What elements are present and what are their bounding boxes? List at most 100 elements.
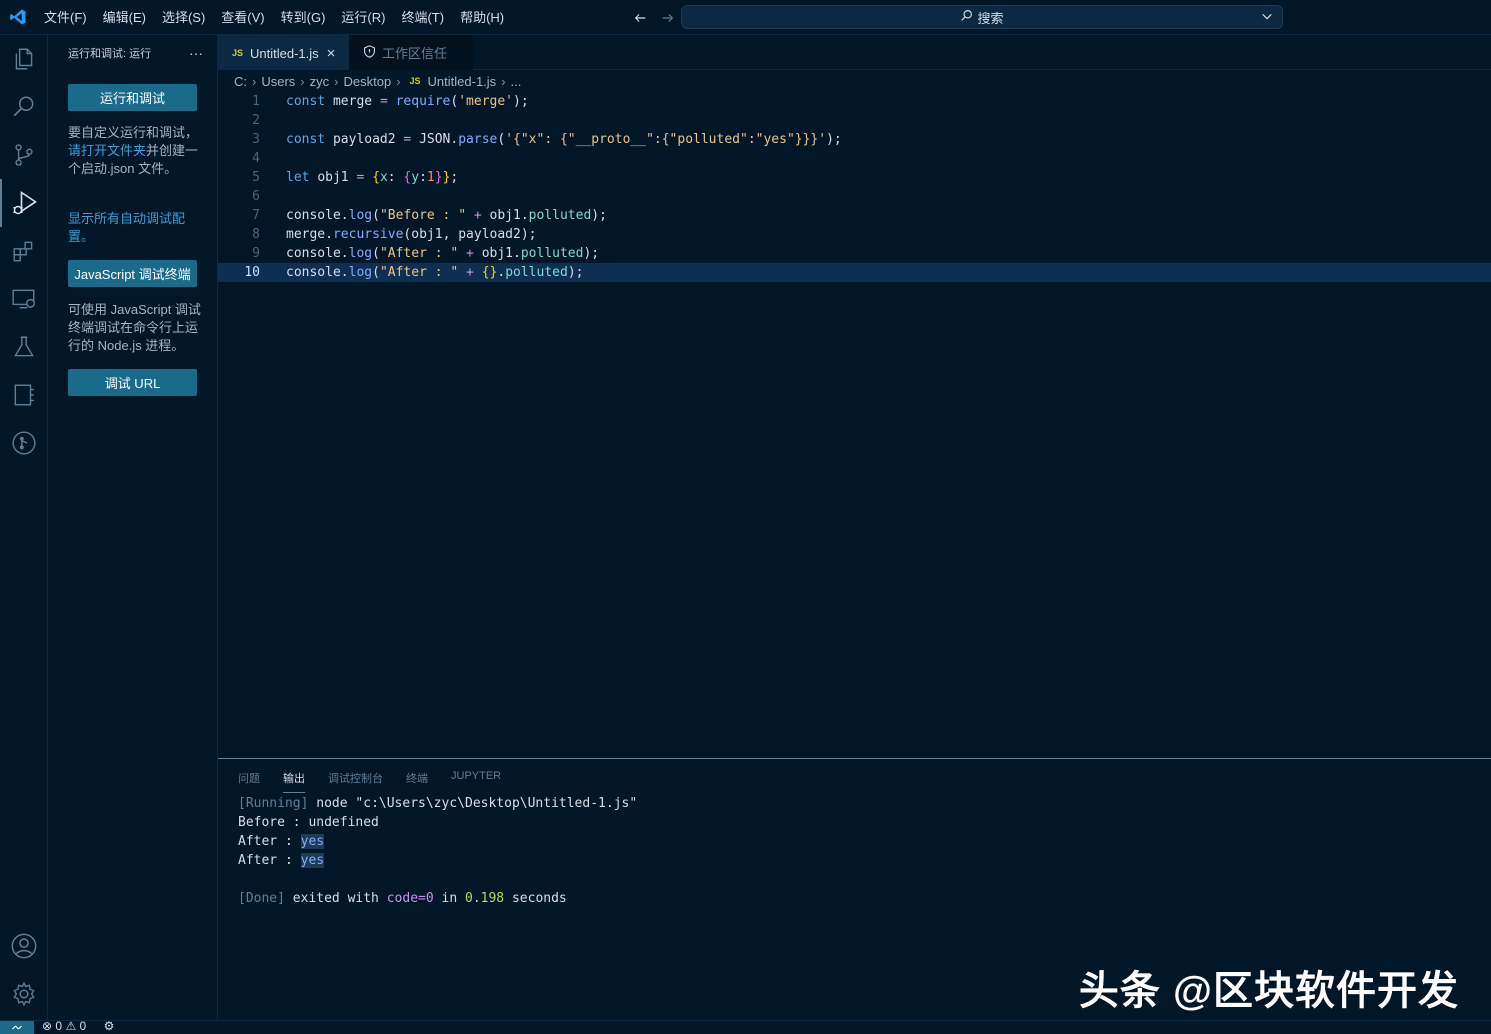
error-icon: ⊗ xyxy=(42,1019,53,1033)
tab-label: Untitled-1.js xyxy=(250,45,319,61)
menu-run[interactable]: 运行(R) xyxy=(333,0,393,35)
code-line[interactable]: 2 xyxy=(218,111,1491,130)
breadcrumb-desktop[interactable]: Desktop xyxy=(343,74,391,89)
breadcrumb-zyc[interactable]: zyc xyxy=(310,74,330,89)
editor-tab-bar: JS Untitled-1.js × 工作区信任 xyxy=(218,35,1491,70)
tab-output[interactable]: 输出 xyxy=(283,767,305,793)
tab-workspace-trust[interactable]: 工作区信任 xyxy=(349,35,473,70)
menu-go[interactable]: 转到(G) xyxy=(273,0,334,35)
debug-url-button[interactable]: 调试 URL xyxy=(68,369,197,396)
code-line[interactable]: 3 const payload2 = JSON.parse('{"x": {"__… xyxy=(218,130,1491,149)
code-line[interactable]: 9 console.log("After : " + obj1.polluted)… xyxy=(218,244,1491,263)
more-actions-icon[interactable]: ··· xyxy=(189,45,203,61)
warning-count: 0 xyxy=(79,1019,87,1033)
run-debug-icon[interactable] xyxy=(0,179,48,227)
menu-file[interactable]: 文件(F) xyxy=(36,0,95,35)
code-line[interactable]: 1 const merge = require('merge'); xyxy=(218,92,1491,111)
breadcrumb-file[interactable]: Untitled-1.js xyxy=(428,74,497,89)
line-number: 9 xyxy=(252,246,260,261)
js-debug-terminal-button[interactable]: JavaScript 调试终端 xyxy=(68,260,197,287)
js-file-icon: JS xyxy=(232,48,244,58)
error-count: 0 xyxy=(55,1019,63,1033)
exit-code: code=0 xyxy=(386,891,434,906)
breadcrumb: C: › Users › zyc › Desktop › JS Untitled… xyxy=(218,70,1491,92)
arrow-right-icon[interactable] xyxy=(658,8,678,28)
line-number: 5 xyxy=(252,170,260,185)
js-debug-terminal-description: 可使用 JavaScript 调试终端调试在命令行上运行的 Node.js 进程… xyxy=(68,302,201,353)
elapsed-time: 0.198 xyxy=(465,891,505,906)
code-line[interactable]: 10 console.log("After : " + {}.polluted); xyxy=(218,263,1491,282)
menu-edit[interactable]: 编辑(E) xyxy=(95,0,154,35)
code-text: console.log("After : " + {}.polluted); xyxy=(286,265,584,280)
activity-bar xyxy=(0,35,48,1020)
done-tag: [Done] xyxy=(238,891,285,906)
show-all-debug-configs-link[interactable]: 显示所有自动调试配置。 xyxy=(68,210,203,246)
breadcrumb-symbols[interactable]: ... xyxy=(511,74,522,89)
tab-untitled-1-js[interactable]: JS Untitled-1.js × xyxy=(218,35,349,70)
code-line[interactable]: 4 xyxy=(218,149,1491,168)
code-line[interactable]: 5 let obj1 = {x: {y:1}}; xyxy=(218,168,1491,187)
remote-indicator-icon[interactable] xyxy=(0,1021,34,1034)
code-text: const merge = require('merge'); xyxy=(286,94,529,109)
problems-indicator[interactable]: ⊗ 0 ⚠ 0 ⚙ xyxy=(42,1019,114,1034)
tab-label: 工作区信任 xyxy=(382,46,448,61)
code-line[interactable]: 7 console.log("Before : " + obj1.polluted… xyxy=(218,206,1491,225)
breadcrumb-drive[interactable]: C: xyxy=(234,74,247,89)
arrow-left-icon[interactable] xyxy=(630,8,650,28)
line-number: 10 xyxy=(244,265,260,280)
remote-explorer-icon[interactable] xyxy=(0,275,48,323)
menu-view[interactable]: 查看(V) xyxy=(213,0,272,35)
command-center-label: 搜索 xyxy=(977,10,1004,26)
gear-icon[interactable] xyxy=(0,970,48,1018)
run-and-debug-button[interactable]: 运行和调试 xyxy=(68,84,197,111)
search-icon xyxy=(960,9,973,25)
account-icon[interactable] xyxy=(0,922,48,970)
line-number: 4 xyxy=(252,151,260,166)
tab-terminal[interactable]: 终端 xyxy=(406,767,428,793)
breadcrumb-users[interactable]: Users xyxy=(261,74,295,89)
code-text: console.log("Before : " + obj1.polluted)… xyxy=(286,208,607,223)
notebook-icon[interactable] xyxy=(0,371,48,419)
tab-problems[interactable]: 问题 xyxy=(238,767,260,793)
line-number: 8 xyxy=(252,227,260,242)
line-number: 3 xyxy=(252,132,260,147)
vscode-logo-icon xyxy=(0,0,36,35)
output-line-after-1: After : yes xyxy=(238,832,325,851)
menu-terminal[interactable]: 终端(T) xyxy=(393,0,452,35)
chevron-right-icon: › xyxy=(334,73,339,89)
shield-icon xyxy=(363,44,376,61)
code-editor[interactable]: 1 const merge = require('merge'); 2 3 const … xyxy=(218,92,1491,758)
explorer-icon[interactable] xyxy=(0,35,48,83)
search-icon[interactable] xyxy=(0,83,48,131)
tab-debug-console[interactable]: 调试控制台 xyxy=(328,767,383,793)
line-number: 1 xyxy=(252,94,260,109)
source-control-icon[interactable] xyxy=(0,131,48,179)
chevron-right-icon: › xyxy=(300,73,305,89)
chevron-down-icon[interactable] xyxy=(1260,9,1274,26)
code-line[interactable]: 8 merge.recursive(obj1, payload2); xyxy=(218,225,1491,244)
git-graph-icon[interactable] xyxy=(0,419,48,467)
menu-help[interactable]: 帮助(H) xyxy=(452,0,512,35)
testing-flask-icon[interactable] xyxy=(0,323,48,371)
sidebar-title: 运行和调试: 运行 xyxy=(68,47,152,60)
code-text: merge.recursive(obj1, payload2); xyxy=(286,227,537,242)
menu-selection[interactable]: 选择(S) xyxy=(154,0,213,35)
title-bar: 文件(F) 编辑(E) 选择(S) 查看(V) 转到(G) 运行(R) 终端(T… xyxy=(0,0,1491,35)
debug-launch-icon[interactable]: ⚙ xyxy=(104,1019,115,1033)
code-text: const payload2 = JSON.parse('{"x": {"__p… xyxy=(286,132,842,147)
output-value: yes xyxy=(300,834,325,849)
custom-hint-text-1: 要自定义运行和调试， xyxy=(68,125,199,140)
tab-jupyter[interactable]: JUPYTER xyxy=(451,767,501,793)
navigation-buttons xyxy=(630,8,678,28)
sidebar-header: 运行和调试: 运行 ··· xyxy=(48,35,217,70)
output-line-done: [Done] exited with code=0 in 0.198 secon… xyxy=(238,889,567,908)
open-folder-link[interactable]: 请打开文件夹 xyxy=(68,143,146,158)
chevron-right-icon: › xyxy=(252,73,257,89)
menu-bar: 文件(F) 编辑(E) 选择(S) 查看(V) 转到(G) 运行(R) 终端(T… xyxy=(36,0,512,35)
line-number: 2 xyxy=(252,113,260,128)
code-line[interactable]: 6 xyxy=(218,187,1491,206)
done-in: in xyxy=(433,891,465,906)
command-center-search[interactable]: 搜索 xyxy=(681,5,1283,29)
extensions-icon[interactable] xyxy=(0,227,48,275)
close-icon[interactable]: × xyxy=(327,45,336,62)
